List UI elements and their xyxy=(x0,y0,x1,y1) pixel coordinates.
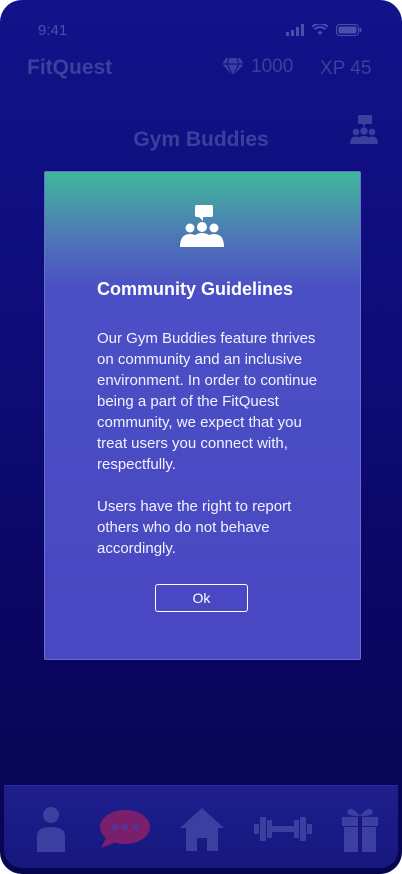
group-chat-icon[interactable] xyxy=(347,115,381,145)
dialog-title: Community Guidelines xyxy=(97,279,294,299)
wifi-icon xyxy=(312,24,328,35)
xp-counter: XP 45 xyxy=(320,58,372,79)
community-icon xyxy=(180,205,224,247)
gem-balance[interactable]: 1000 xyxy=(221,56,293,78)
person-icon xyxy=(37,807,65,852)
tab-profile[interactable] xyxy=(31,804,71,854)
chat-bubble-icon xyxy=(100,810,150,848)
gift-icon xyxy=(342,808,378,852)
home-icon xyxy=(180,808,224,851)
top-bar: FitQuest 1000 XP 45 xyxy=(0,56,402,86)
dumbbell-icon xyxy=(254,817,312,841)
guideline-paragraph: Our Gym Buddies feature thrives on commu… xyxy=(97,330,318,473)
tab-rewards[interactable] xyxy=(341,804,379,854)
tab-chat[interactable] xyxy=(97,804,153,854)
dialog-body: Our Gym Buddies feature thrives on commu… xyxy=(97,328,327,580)
status-icons xyxy=(286,24,362,36)
app-screen: 9:41 FitQuest 1000 XP 45 Gym Buddies Com… xyxy=(0,0,402,874)
app-brand: FitQuest xyxy=(27,56,113,79)
signal-icon xyxy=(286,24,304,36)
community-guidelines-dialog: Community Guidelines Our Gym Buddies fea… xyxy=(44,171,361,660)
status-bar: 9:41 xyxy=(0,22,402,42)
tab-home[interactable] xyxy=(179,804,225,854)
ok-button[interactable]: Ok xyxy=(155,584,248,612)
gem-count: 1000 xyxy=(251,56,294,77)
battery-icon xyxy=(336,24,362,36)
page-title: Gym Buddies xyxy=(133,128,269,151)
guideline-paragraph: Users have the right to report others wh… xyxy=(97,498,292,557)
tab-workout[interactable] xyxy=(254,804,312,854)
bottom-tab-bar xyxy=(4,785,398,868)
status-time: 9:41 xyxy=(38,22,68,39)
gem-icon xyxy=(222,57,244,77)
